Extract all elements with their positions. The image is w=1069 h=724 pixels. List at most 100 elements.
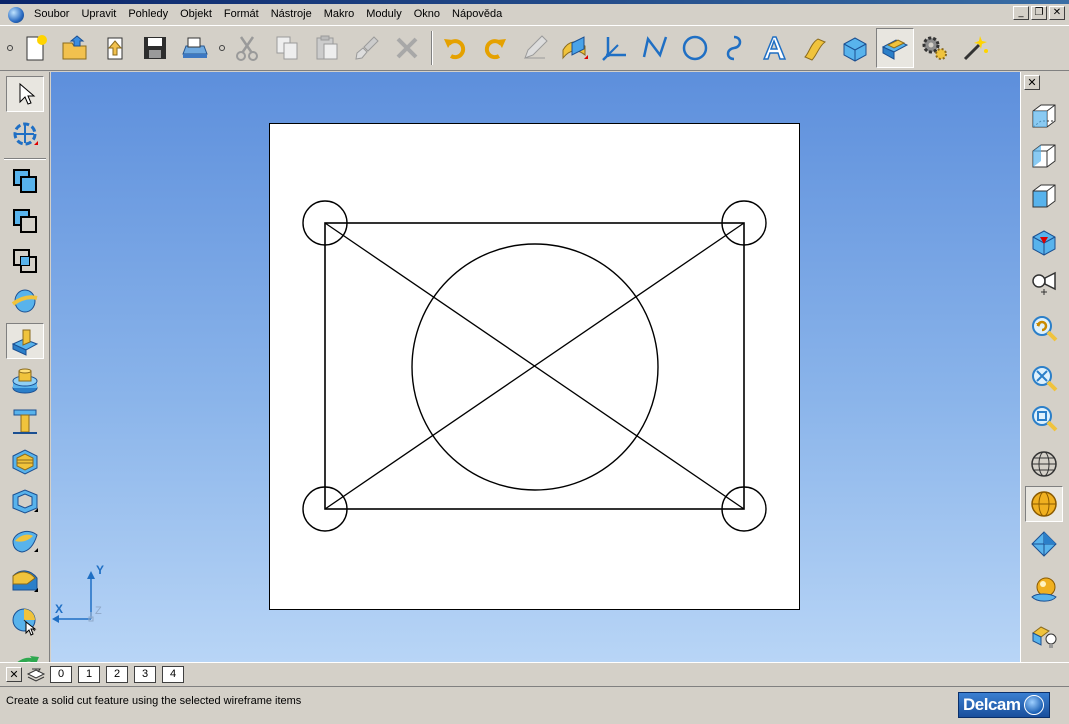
gear-settings-button[interactable] [916, 28, 954, 68]
surface-blend-button[interactable] [556, 28, 594, 68]
boolean-add-button[interactable] [6, 163, 44, 199]
toolbar-grip[interactable] [7, 45, 13, 51]
camera-view-button[interactable] [1025, 264, 1063, 300]
restore-button[interactable]: ❐ [1031, 6, 1047, 20]
new-model-button[interactable] [16, 28, 54, 68]
solid-split-button[interactable] [6, 283, 44, 319]
level-button-1[interactable]: 1 [78, 665, 100, 683]
levels-close-button[interactable]: ✕ [6, 666, 22, 682]
view-iso-1-button[interactable] [1025, 98, 1063, 134]
menu-format[interactable]: Formát [218, 4, 265, 25]
solid-button[interactable] [836, 28, 874, 68]
brand-name: Delcam [963, 695, 1021, 714]
menu-moduly[interactable]: Moduly [360, 4, 407, 25]
cut-button[interactable] [228, 28, 266, 68]
wireframe-shading-icon [1031, 451, 1057, 477]
edit-pencil-button[interactable] [516, 28, 554, 68]
print-icon [182, 37, 208, 58]
level-button-4[interactable]: 4 [162, 665, 184, 683]
fillet-button[interactable] [6, 523, 44, 559]
solid-cut-button[interactable] [6, 323, 44, 359]
gear-settings-icon [922, 36, 947, 60]
drawing-sheet [269, 123, 800, 610]
print-button[interactable] [176, 28, 214, 68]
layer-stack-icon [26, 668, 46, 682]
shell-button[interactable] [6, 443, 44, 479]
shaded-sphere-button[interactable] [1025, 572, 1063, 608]
zoom-fit-button[interactable] [1025, 360, 1063, 396]
circle-button[interactable] [676, 28, 714, 68]
pocket-button[interactable] [6, 403, 44, 439]
plane-button[interactable] [1025, 526, 1063, 562]
level-button-2[interactable]: 2 [106, 665, 128, 683]
menu-upravit[interactable]: Upravit [75, 4, 122, 25]
menu-nastroje[interactable]: Nástroje [265, 4, 318, 25]
levels-icon[interactable] [26, 666, 46, 682]
copy-button[interactable] [268, 28, 306, 68]
import-button[interactable] [96, 28, 134, 68]
open-model-button[interactable] [56, 28, 94, 68]
wireframe-drawing[interactable] [270, 124, 801, 611]
axis-label-z: Z [95, 605, 102, 617]
rotate-view-button[interactable] [6, 116, 44, 152]
paste-button[interactable] [308, 28, 346, 68]
shell-icon [12, 449, 38, 475]
view-front-button[interactable] [1025, 178, 1063, 214]
boss-button[interactable] [6, 363, 44, 399]
menu-soubor[interactable]: Soubor [28, 4, 75, 25]
chamfer-button[interactable] [6, 563, 44, 599]
delete-button[interactable] [388, 28, 426, 68]
wireframe-shading-button[interactable] [1025, 446, 1063, 482]
view-iso-2-button[interactable] [1025, 138, 1063, 174]
workplane-icon [602, 37, 626, 61]
toolbar-grip-2[interactable] [219, 45, 225, 51]
rotate-view-icon [13, 122, 38, 146]
hollow-icon [12, 489, 38, 514]
solid-shading-button[interactable] [1025, 486, 1063, 522]
delete-brush-button[interactable] [348, 28, 386, 68]
view-top-icon [1032, 230, 1056, 256]
hollow-button[interactable] [6, 483, 44, 519]
text-button[interactable] [756, 28, 794, 68]
view-top-button[interactable] [1025, 224, 1063, 260]
redo-button[interactable] [476, 28, 514, 68]
lighting-icon [1032, 626, 1057, 648]
zoom-previous-button[interactable] [1025, 310, 1063, 346]
workplane-button[interactable] [596, 28, 634, 68]
boolean-intersect-icon [13, 249, 37, 273]
close-button[interactable]: ✕ [1049, 6, 1065, 20]
menu-okno[interactable]: Okno [408, 4, 446, 25]
cut-icon [236, 36, 258, 61]
level-button-3[interactable]: 3 [134, 665, 156, 683]
boolean-subtract-button[interactable] [6, 203, 44, 239]
curve-icon [726, 35, 742, 61]
magic-wand-button[interactable] [956, 28, 994, 68]
menu-napoveda[interactable]: Nápověda [446, 4, 508, 25]
graphics-viewport[interactable]: Y X Z [51, 72, 1020, 662]
menu-objekt[interactable]: Objekt [174, 4, 218, 25]
boolean-intersect-button[interactable] [6, 243, 44, 279]
right-toolbar-close-button[interactable]: ✕ [1024, 75, 1040, 90]
curve-button[interactable] [716, 28, 754, 68]
undo-button[interactable] [436, 28, 474, 68]
menu-pohledy[interactable]: Pohledy [122, 4, 174, 25]
save-icon [144, 37, 166, 59]
select-button[interactable] [6, 76, 44, 112]
save-button[interactable] [136, 28, 174, 68]
zoom-box-icon [1032, 406, 1058, 432]
paste-icon [316, 35, 338, 60]
circle-icon [682, 35, 708, 61]
app-icon[interactable] [8, 6, 24, 23]
draft-icon [17, 656, 39, 662]
surface-button[interactable] [796, 28, 834, 68]
level-button-0[interactable]: 0 [50, 665, 72, 683]
zoom-box-button[interactable] [1025, 400, 1063, 436]
feature-button[interactable] [876, 28, 914, 68]
polyline-button[interactable] [636, 28, 674, 68]
boolean-add-icon [13, 169, 37, 193]
lighting-button[interactable] [1025, 618, 1063, 654]
analyze-button[interactable] [6, 603, 44, 639]
draft-button[interactable] [6, 643, 44, 662]
menu-makro[interactable]: Makro [318, 4, 361, 25]
minimize-button[interactable]: _ [1013, 6, 1029, 20]
